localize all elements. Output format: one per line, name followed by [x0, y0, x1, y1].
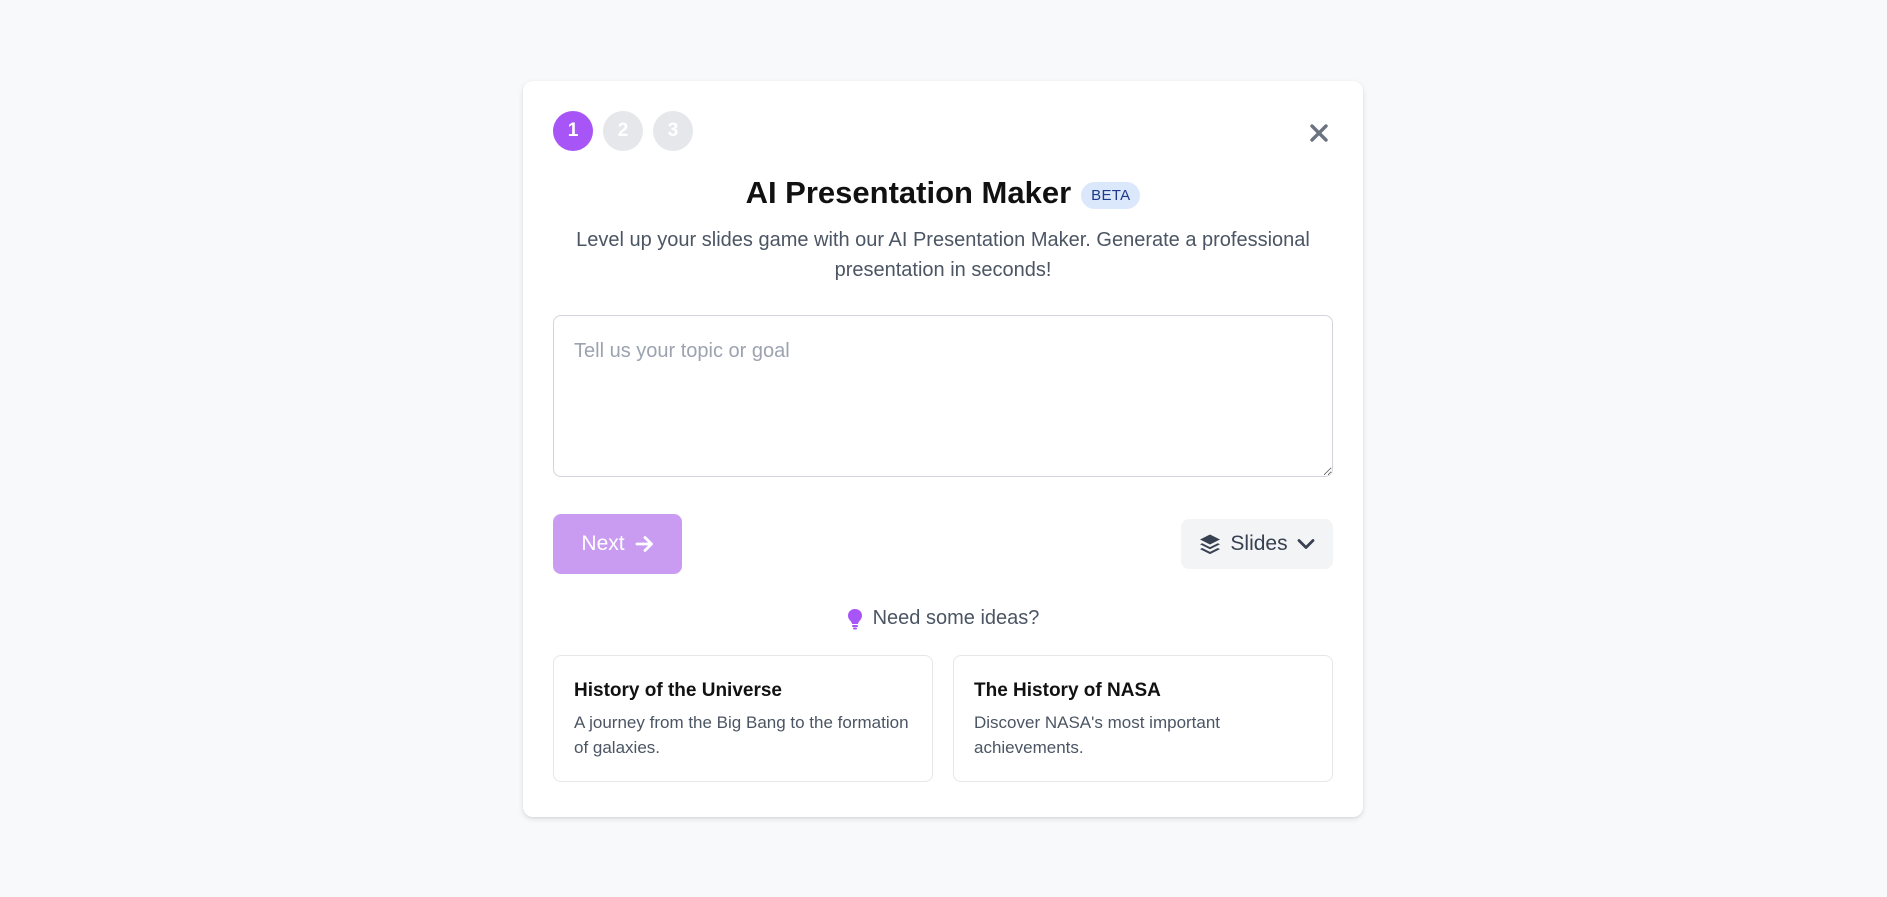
idea-card-description: Discover NASA's most important achieveme… — [974, 713, 1221, 757]
step-2: 2 — [603, 111, 643, 151]
idea-card-title: History of the Universe — [574, 680, 782, 701]
step-1: 1 — [553, 111, 593, 151]
topic-input[interactable] — [553, 315, 1333, 477]
step-indicator: 1 2 3 — [553, 111, 1333, 151]
idea-card-nasa[interactable]: The History of NASA Discover NASA's most… — [953, 655, 1333, 782]
lightbulb-icon — [847, 608, 862, 629]
title-row: AI Presentation Maker BETA — [553, 175, 1333, 211]
layers-icon — [1200, 534, 1221, 555]
page-subtitle: Level up your slides game with our AI Pr… — [576, 229, 1310, 281]
ideas-label: Need some ideas? — [872, 607, 1040, 629]
beta-badge: BETA — [1081, 181, 1141, 209]
format-dropdown[interactable]: Slides — [1181, 519, 1333, 569]
format-dropdown-label: Slides — [1230, 532, 1288, 555]
page-title: AI Presentation Maker — [745, 175, 1072, 210]
chevron-down-icon — [1297, 539, 1314, 549]
action-row: Next Slides — [553, 514, 1333, 574]
next-button[interactable]: Next — [553, 514, 682, 574]
close-icon — [1310, 124, 1328, 142]
step-3: 3 — [653, 111, 693, 151]
idea-cards: History of the Universe A journey from t… — [553, 655, 1333, 782]
idea-card-universe[interactable]: History of the Universe A journey from t… — [553, 655, 933, 782]
idea-card-description: A journey from the Big Bang to the forma… — [574, 713, 909, 757]
presentation-maker-modal: 1 2 3 AI Presentation Maker BETA Level u… — [523, 81, 1363, 817]
next-button-label: Next — [581, 532, 625, 555]
close-button[interactable] — [1305, 119, 1333, 147]
idea-card-title: The History of NASA — [974, 680, 1161, 701]
ideas-heading: Need some ideas? — [553, 607, 1333, 630]
arrow-right-icon — [635, 536, 653, 552]
